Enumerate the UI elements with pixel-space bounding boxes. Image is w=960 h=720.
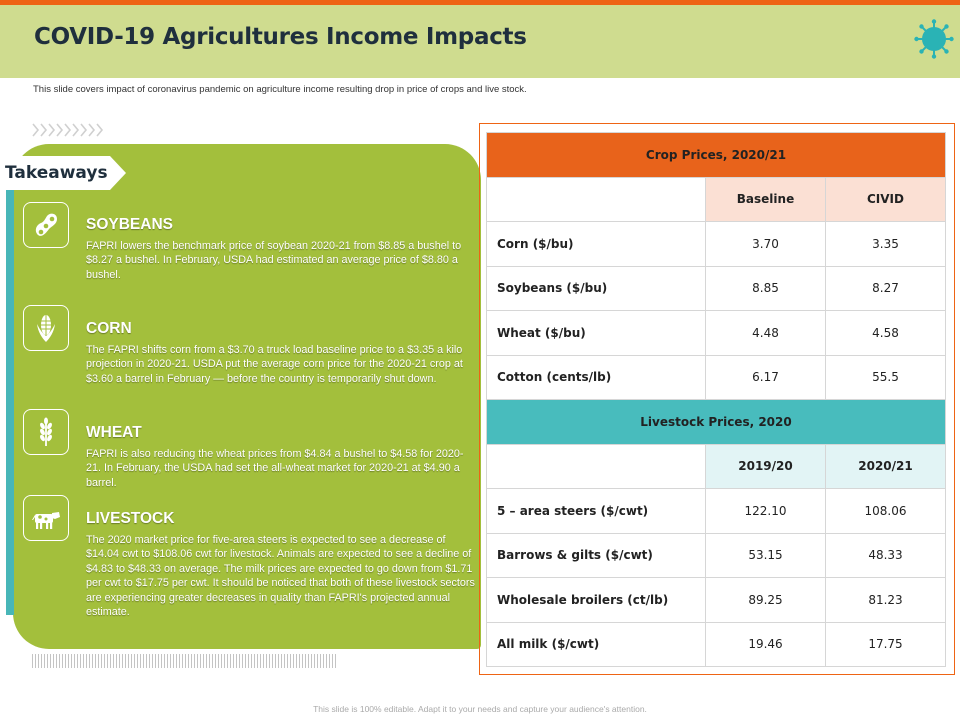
footer-note: This slide is 100% editable. Adapt it to… [313, 704, 647, 714]
row-label: Cotton (cents/lb) [486, 354, 706, 400]
barcode-decoration [32, 654, 337, 668]
section-body-soybeans: FAPRI lowers the benchmark price of soyb… [86, 240, 462, 281]
cell-value: 108.06 [825, 488, 946, 534]
row-label: Wholesale broilers (ct/lb) [486, 577, 706, 623]
table-row: 5 – area steers ($/cwt) 122.10 108.06 [486, 488, 946, 534]
cell-value: 53.15 [705, 532, 826, 578]
column-header-civid: CIVID [825, 176, 946, 222]
section-title-livestock: LIVESTOCK [86, 510, 175, 527]
virus-icon [914, 19, 954, 59]
column-header-baseline: Baseline [705, 176, 826, 222]
row-label: Corn ($/bu) [486, 221, 706, 267]
cell-value: 8.85 [705, 265, 826, 311]
row-label: Barrows & gilts ($/cwt) [486, 532, 706, 578]
header-empty [486, 176, 706, 222]
cell-value: 4.58 [825, 310, 946, 356]
row-label: All milk ($/cwt) [486, 621, 706, 667]
cell-value: 3.70 [705, 221, 826, 267]
corn-icon [23, 305, 69, 351]
row-label: Wheat ($/bu) [486, 310, 706, 356]
section-title-corn: CORN [86, 320, 132, 337]
takeaways-label: Takeaways [5, 163, 108, 183]
row-label: Soybeans ($/bu) [486, 265, 706, 311]
cell-value: 17.75 [825, 621, 946, 667]
crop-table-title: Crop Prices, 2020/21 [486, 132, 946, 178]
cell-value: 55.5 [825, 354, 946, 400]
row-label: 5 – area steers ($/cwt) [486, 488, 706, 534]
soybean-icon [23, 202, 69, 248]
table-row: All milk ($/cwt) 19.46 17.75 [486, 621, 946, 667]
chevron-decoration [32, 123, 104, 137]
cell-value: 3.35 [825, 221, 946, 267]
cell-value: 19.46 [705, 621, 826, 667]
section-body-livestock: The 2020 market price for five-area stee… [86, 534, 475, 619]
column-header-2020-21: 2020/21 [825, 443, 946, 489]
section-title-soybeans: SOYBEANS [86, 216, 173, 233]
table-row: Cotton (cents/lb) 6.17 55.5 [486, 354, 946, 400]
cow-icon [23, 495, 69, 541]
cell-value: 89.25 [705, 577, 826, 623]
table-row: Soybeans ($/bu) 8.85 8.27 [486, 265, 946, 311]
cell-value: 4.48 [705, 310, 826, 356]
table-row: Wholesale broilers (ct/lb) 89.25 81.23 [486, 577, 946, 623]
prices-table: Crop Prices, 2020/21 Baseline CIVID Corn… [486, 132, 946, 667]
table-row: Wheat ($/bu) 4.48 4.58 [486, 310, 946, 356]
accent-bar [6, 190, 14, 615]
cell-value: 6.17 [705, 354, 826, 400]
cell-value: 8.27 [825, 265, 946, 311]
column-header-2019-20: 2019/20 [705, 443, 826, 489]
section-title-wheat: WHEAT [86, 424, 142, 441]
table-row: Barrows & gilts ($/cwt) 53.15 48.33 [486, 532, 946, 578]
wheat-icon [23, 409, 69, 455]
table-row: Corn ($/bu) 3.70 3.35 [486, 221, 946, 267]
page-title: COVID-19 Agricultures Income Impacts [34, 24, 527, 50]
cell-value: 81.23 [825, 577, 946, 623]
section-body-wheat: FAPRI is also reducing the wheat prices … [86, 448, 464, 489]
livestock-table-title: Livestock Prices, 2020 [486, 399, 946, 445]
section-body-corn: The FAPRI shifts corn from a $3.70 a tru… [86, 344, 463, 385]
slide-description: This slide covers impact of coronavirus … [33, 84, 527, 95]
cell-value: 122.10 [705, 488, 826, 534]
cell-value: 48.33 [825, 532, 946, 578]
header-empty [486, 443, 706, 489]
